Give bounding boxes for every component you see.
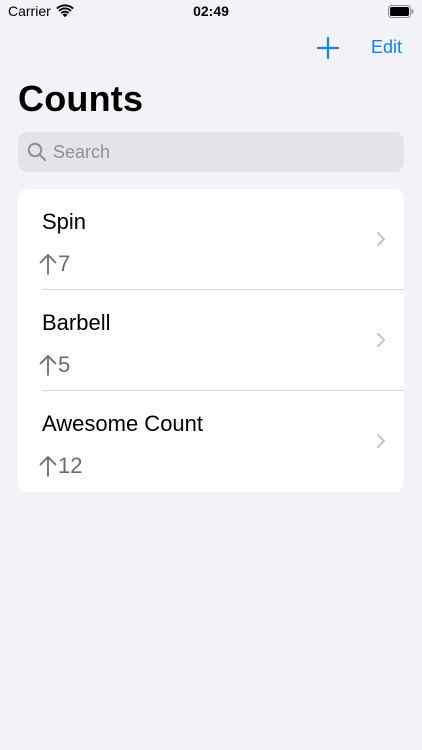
- search-input[interactable]: [53, 141, 373, 163]
- status-bar: Carrier 02:49: [0, 0, 422, 24]
- count-number: 12: [58, 453, 83, 478]
- chevron-right-icon: [377, 333, 385, 347]
- count-name: Barbell: [42, 310, 111, 335]
- chevron-right-icon: [377, 434, 385, 448]
- status-time: 02:49: [193, 3, 229, 19]
- plus-icon: [317, 37, 339, 59]
- count-name: Spin: [42, 209, 87, 234]
- arrow-up-icon: [39, 355, 57, 376]
- chevron-right-icon: [377, 232, 385, 246]
- page-title: Counts: [18, 78, 144, 119]
- count-value: 5: [38, 352, 70, 378]
- edit-button[interactable]: Edit: [371, 37, 402, 58]
- count-value: 12: [38, 453, 82, 479]
- counts-list: Spin 7 Barbell 5 Awesome Count 12: [18, 189, 404, 492]
- count-row-spin[interactable]: Spin 7: [18, 189, 404, 290]
- count-row-awesome-count[interactable]: Awesome Count 12: [18, 391, 404, 492]
- navigation-bar: Edit: [0, 30, 422, 66]
- search-icon: [27, 142, 47, 162]
- add-count-button[interactable]: [314, 34, 342, 62]
- count-number: 7: [58, 251, 71, 276]
- search-bar[interactable]: [18, 132, 404, 172]
- battery-icon: [388, 5, 414, 18]
- arrow-up-icon: [39, 456, 57, 477]
- count-name: Awesome Count: [42, 411, 204, 436]
- count-row-barbell[interactable]: Barbell 5: [18, 290, 404, 391]
- arrow-up-icon: [39, 254, 57, 275]
- count-number: 5: [58, 352, 71, 377]
- count-value: 7: [38, 251, 70, 277]
